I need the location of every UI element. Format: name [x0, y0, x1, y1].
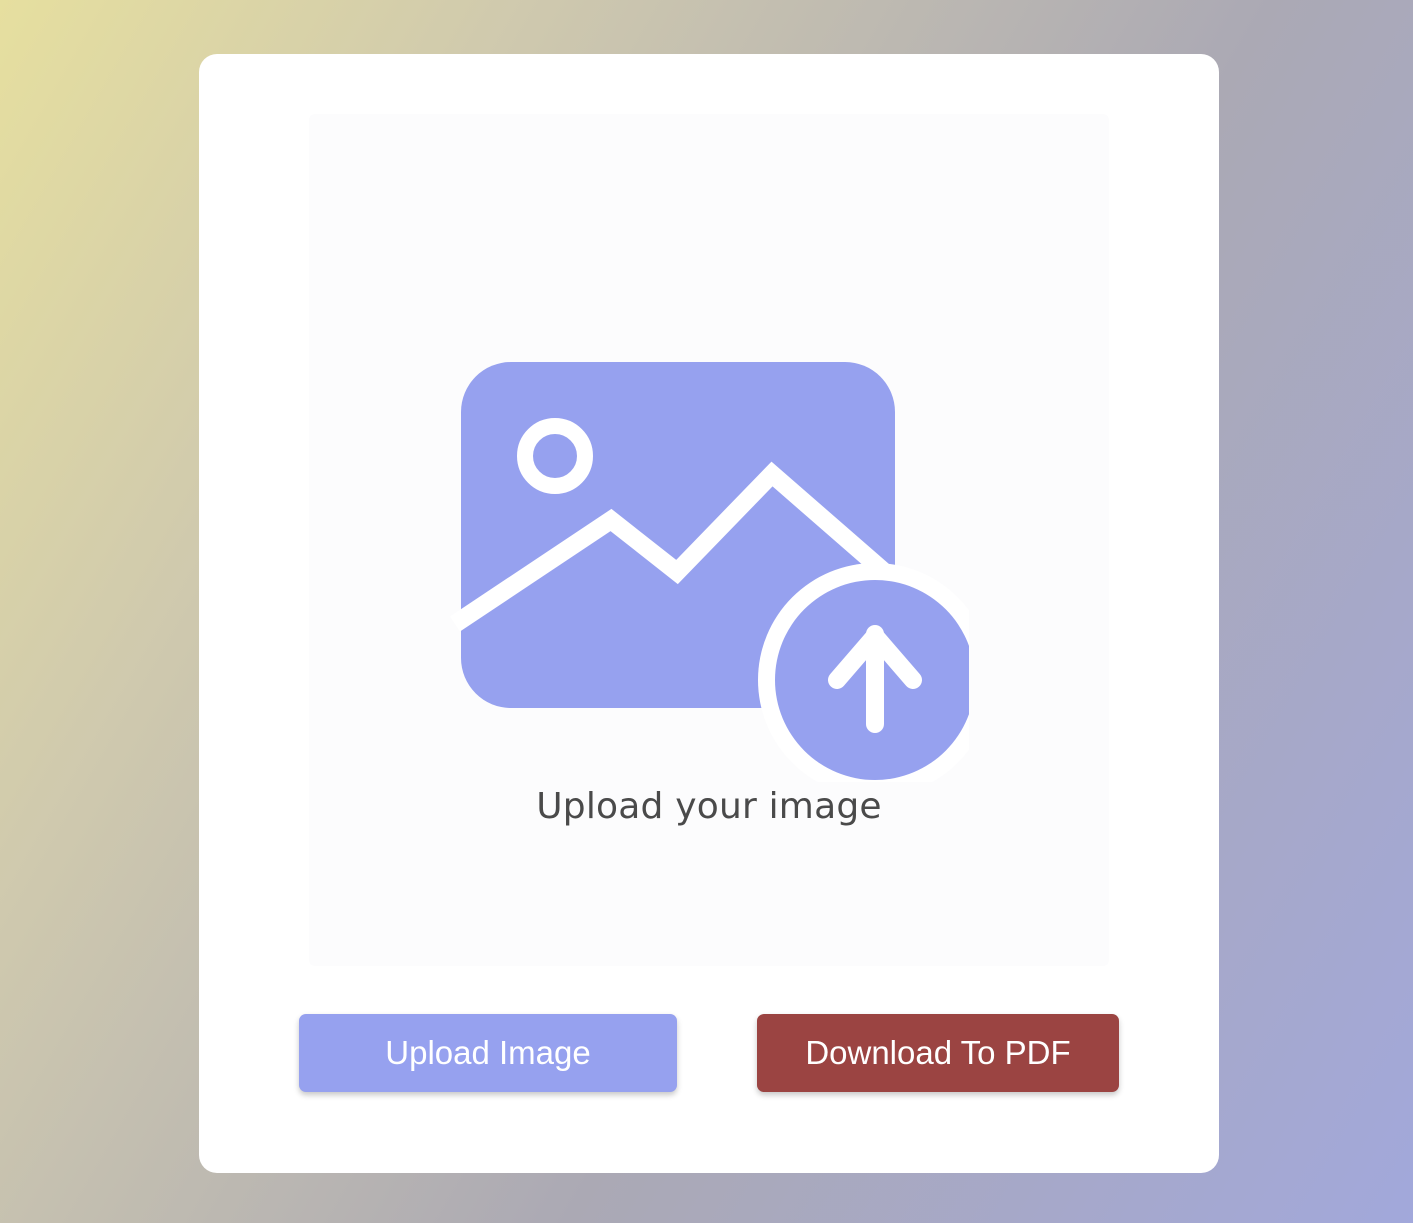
upload-caption: Upload your image	[536, 786, 882, 827]
image-preview-area[interactable]: Upload your image	[309, 114, 1109, 966]
download-pdf-button[interactable]: Download To PDF	[757, 1014, 1119, 1092]
image-upload-icon	[450, 362, 969, 782]
upload-image-button[interactable]: Upload Image	[299, 1014, 677, 1092]
converter-card: Upload your image Upload Image Download …	[199, 54, 1219, 1173]
